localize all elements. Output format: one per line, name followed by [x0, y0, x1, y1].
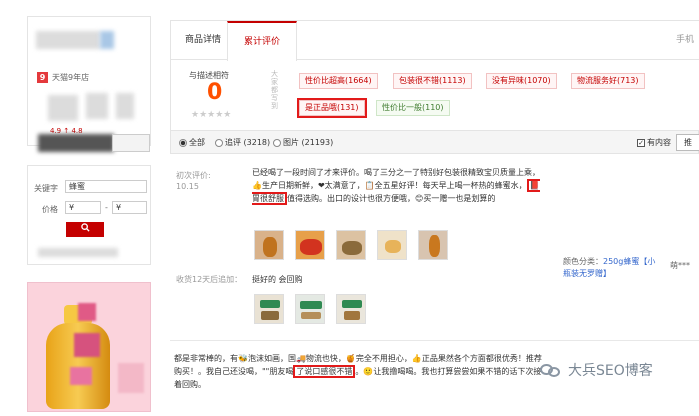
review-thumb[interactable]	[254, 294, 284, 324]
append-review-label: 收货12天后追加：	[176, 275, 243, 284]
keyword-input[interactable]: 蜂蜜	[65, 180, 147, 193]
review-images-1	[254, 230, 448, 260]
sku-info: 颜色分类：250g蜂蜜【小瓶装无罗赠】	[563, 256, 663, 280]
review-text-1-part1: 已经喝了一段时间了才来评价。喝了三分之一了特别好包装很精致宝贝质量上乘，👍生产日…	[252, 168, 540, 190]
filter-all-label: 全部	[189, 138, 205, 147]
review-thumb[interactable]	[336, 294, 366, 324]
tmall-years-badge: 9 天猫9年店	[37, 72, 89, 83]
enter-shop-blurred[interactable]	[38, 134, 114, 152]
image-blur-1	[78, 303, 96, 321]
watermark-text: 大兵SEO博客	[568, 363, 653, 379]
review-divider	[170, 340, 699, 341]
has-content-label: 有内容	[647, 138, 671, 147]
sort-button[interactable]: 推	[676, 134, 699, 151]
score-stars: ★★★★★	[191, 110, 232, 120]
shop-info-blurred-3	[116, 93, 134, 119]
keyword-label: 关键字	[34, 184, 58, 193]
tag-no-odor[interactable]: 没有异味(1070)	[486, 73, 557, 89]
filter-append[interactable]: 追评 (3218)	[215, 137, 270, 148]
first-review-date: 10.15	[176, 182, 199, 191]
tag-good-packaging[interactable]: 包装很不错(1113)	[393, 73, 472, 89]
review-thumb[interactable]	[418, 230, 448, 260]
tab-reviews[interactable]: 累计评价	[227, 21, 297, 61]
price-min-input[interactable]: ¥	[65, 201, 101, 214]
image-blur-2	[74, 333, 100, 357]
tag-good-logistics[interactable]: 物流服务好(713)	[571, 73, 645, 89]
tmall-badge-icon: 9	[37, 72, 48, 83]
tag-average-value[interactable]: 性价比一般(110)	[376, 100, 450, 116]
tmall-badge-text: 天猫9年店	[52, 73, 90, 82]
shop-info-blurred	[48, 95, 78, 121]
score-value: 0	[207, 80, 223, 105]
radio-icon	[273, 138, 281, 147]
sku-label: 颜色分类：	[563, 257, 603, 266]
image-blur-4	[118, 363, 144, 393]
review-text-3: 都是非常棒的，有🐝泡沫如画，国🚚物流也快，🍯完全不用担心，👍正品果然各个方面都很…	[174, 352, 544, 391]
review-text-1-part2: 值得选购。出口的设计也很方便哦，😊买一赠一也是划算的	[287, 194, 496, 203]
radio-selected-icon	[179, 138, 187, 147]
shop-card: 9 天猫9年店 4.9 ↑ 4.8	[27, 16, 151, 146]
tag-genuine[interactable]: 是正品哦(131)	[297, 98, 367, 118]
shop-search-card: 关键字 蜂蜜 价格 ¥ - ¥	[27, 165, 151, 265]
image-blur-3	[70, 367, 92, 385]
review-thumb[interactable]	[377, 230, 407, 260]
radio-icon	[215, 138, 223, 147]
tag-good-value[interactable]: 性价比超高(1664)	[299, 73, 378, 89]
review-summary: 与描述相符 0 ★★★★★ 大家都写到 性价比超高(1664) 包装很不错(11…	[170, 60, 699, 140]
review-filter-bar: 全部 追评 (3218) 图片 (21193) ✓ 有内容 推	[170, 130, 699, 154]
search-button[interactable]	[66, 222, 104, 237]
shop-logo-blurred	[36, 31, 100, 49]
tab-mobile[interactable]: 手机	[676, 21, 694, 60]
watermark: 大兵SEO博客	[540, 360, 653, 380]
detail-tabs: 商品详情 累计评价 手机	[170, 20, 699, 61]
review-images-2	[254, 294, 366, 324]
price-max-input[interactable]: ¥	[112, 201, 147, 214]
first-review-label: 初次评价:	[176, 171, 211, 180]
tags-vertical-label: 大家都写到	[271, 70, 278, 110]
review-thumb[interactable]	[295, 294, 325, 324]
main-panel: 商品详情 累计评价 手机 与描述相符 0 ★★★★★ 大家都写到 性价比超高(1…	[170, 20, 699, 416]
filter-all[interactable]: 全部	[179, 137, 205, 148]
product-image[interactable]	[27, 282, 151, 412]
review-text-1: 已经喝了一段时间了才来评价。喝了三分之一了特别好包装很精致宝贝质量上乘，👍生产日…	[252, 166, 542, 205]
left-column: 9 天猫9年店 4.9 ↑ 4.8 关键字 蜂蜜 价格 ¥ - ¥	[0, 0, 160, 416]
review-thumb[interactable]	[254, 230, 284, 260]
review-thumb[interactable]	[336, 230, 366, 260]
price-separator: -	[105, 203, 108, 212]
search-icon	[80, 223, 90, 232]
filter-images[interactable]: 图片 (21193)	[273, 137, 333, 148]
shop-info-blurred-2	[86, 93, 108, 119]
review-thumb[interactable]	[295, 230, 325, 260]
reviewer-name: 萌***	[670, 261, 690, 270]
review-highlight-taste: 了说口感很不错	[293, 365, 356, 378]
filter-append-label: 追评 (3218)	[225, 138, 271, 147]
search-card-blurred	[38, 248, 118, 257]
checkbox-checked-icon: ✓	[637, 138, 645, 147]
has-content-checkbox[interactable]: ✓ 有内容	[637, 137, 671, 148]
price-label: 价格	[42, 205, 58, 214]
wechat-icon	[540, 362, 562, 378]
enter-shop-button[interactable]	[112, 134, 150, 152]
tab-product-details[interactable]: 商品详情	[185, 21, 221, 60]
shop-logo-blurred-blue	[100, 31, 114, 49]
filter-images-label: 图片 (21193)	[283, 138, 334, 147]
append-review-text: 挺好的 会回购	[252, 275, 303, 284]
